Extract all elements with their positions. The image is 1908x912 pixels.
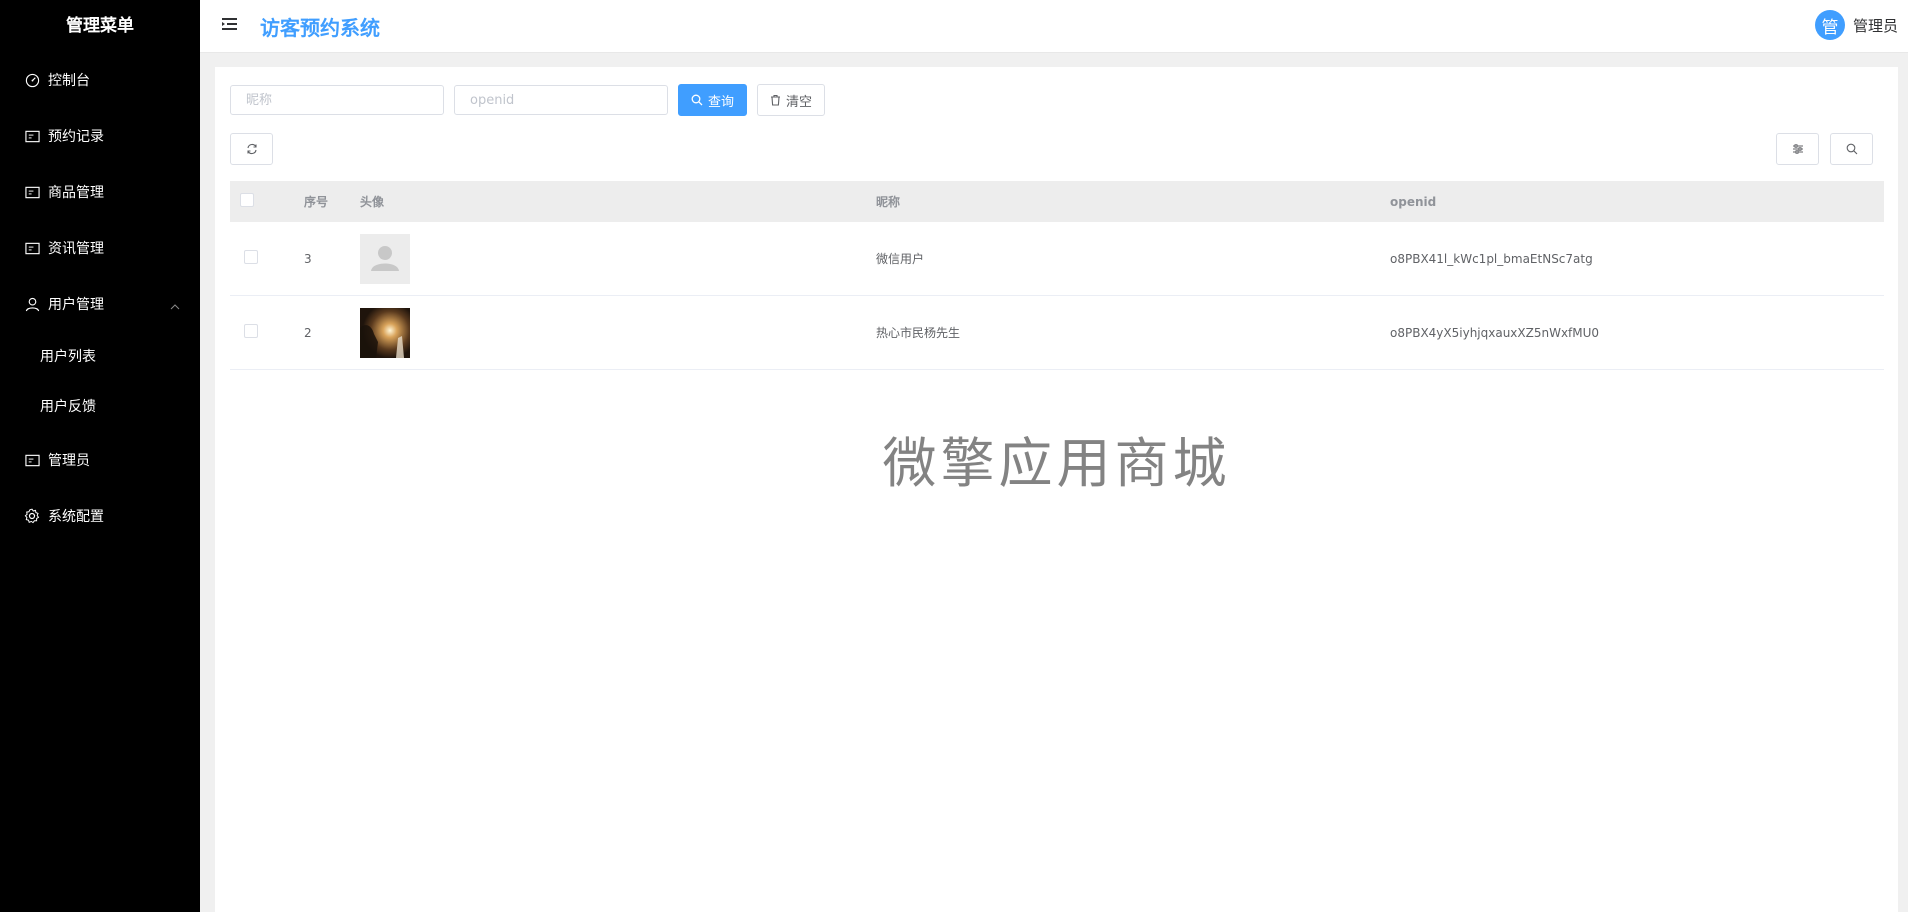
avatar: 管 bbox=[1814, 10, 1845, 40]
table-row: 3 微信用户 o8PBX41l_kWc1pl_bmaEtNSc7atg bbox=[230, 222, 1884, 296]
column-filter-button[interactable] bbox=[1776, 133, 1819, 165]
row-checkbox[interactable] bbox=[244, 324, 258, 338]
user-table: 序号 头像 昵称 openid 3 微信用户 o8PBX41l_kWc1pl_b… bbox=[230, 181, 1884, 370]
sidebar-item-users[interactable]: 用户管理 bbox=[0, 276, 200, 332]
nickname-search-input[interactable] bbox=[230, 85, 444, 115]
clear-button[interactable]: 清空 bbox=[757, 84, 826, 116]
row-avatar-cell bbox=[360, 222, 876, 296]
select-all-checkbox[interactable] bbox=[240, 193, 254, 207]
dashboard-icon bbox=[24, 72, 40, 88]
sidebar-subitem-user-feedback[interactable]: 用户反馈 bbox=[0, 382, 200, 432]
sidebar-item-label: 系统配置 bbox=[48, 509, 104, 525]
row-checkbox[interactable] bbox=[244, 250, 258, 264]
user-menu[interactable]: 管 管理员 bbox=[1814, 10, 1898, 40]
row-index: 2 bbox=[304, 295, 360, 370]
toggle-search-button[interactable] bbox=[1830, 133, 1873, 165]
search-icon bbox=[691, 94, 703, 106]
sidebar-item-news[interactable]: 资讯管理 bbox=[0, 220, 200, 276]
user-icon bbox=[24, 296, 40, 312]
row-openid: o8PBX4yX5iyhjqxauxXZ5nWxfMU0 bbox=[1390, 295, 1884, 370]
sliders-icon bbox=[1792, 144, 1803, 154]
gear-icon bbox=[24, 508, 40, 524]
trash-icon bbox=[771, 94, 781, 106]
sidebar-item-settings[interactable]: 系统配置 bbox=[0, 488, 200, 544]
table-row: 2 热心市民杨先生 o8PBX4yX5iyhjqxauxXZ5nWxfMU0 bbox=[230, 295, 1884, 370]
user-name: 管理员 bbox=[1852, 16, 1898, 35]
search-bar: 查询 清空 bbox=[230, 84, 835, 116]
app-title: 访客预约系统 bbox=[260, 16, 380, 40]
row-select-cell bbox=[230, 295, 304, 370]
sidebar-item-label: 商品管理 bbox=[48, 185, 104, 201]
sidebar-item-label: 预约记录 bbox=[48, 129, 104, 145]
default-avatar bbox=[360, 233, 410, 284]
sidebar-title: 管理菜单 bbox=[66, 16, 134, 36]
query-button-label: 查询 bbox=[708, 94, 735, 110]
sidebar-subitem-user-list[interactable]: 用户列表 bbox=[0, 332, 200, 382]
row-nickname: 微信用户 bbox=[876, 222, 1390, 296]
sidebar: 管理菜单 控制台 预约记录 商品管理 资讯管理 用户管理 用户列表 用户反馈 管… bbox=[0, 0, 200, 912]
refresh-button[interactable] bbox=[230, 133, 273, 165]
clear-button-label: 清空 bbox=[786, 94, 813, 110]
column-header-openid: openid bbox=[1390, 181, 1884, 222]
sidebar-item-appointments[interactable]: 预约记录 bbox=[0, 108, 200, 164]
sidebar-item-admins[interactable]: 管理员 bbox=[0, 432, 200, 488]
sidebar-item-label: 管理员 bbox=[48, 453, 90, 469]
sidebar-item-label: 资讯管理 bbox=[48, 241, 104, 257]
main-content: 查询 清空 序号 头像 昵称 openid bbox=[215, 67, 1898, 912]
menu-toggle-icon[interactable] bbox=[222, 16, 238, 35]
card-icon bbox=[24, 184, 40, 200]
sidebar-item-dashboard[interactable]: 控制台 bbox=[0, 52, 200, 108]
sidebar-item-label: 用户管理 bbox=[48, 297, 104, 313]
search-icon bbox=[1846, 143, 1857, 155]
row-select-cell bbox=[230, 222, 304, 296]
query-button[interactable]: 查询 bbox=[678, 84, 748, 116]
row-index: 3 bbox=[304, 222, 360, 296]
select-all-cell bbox=[230, 181, 304, 222]
row-nickname: 热心市民杨先生 bbox=[876, 295, 1390, 370]
sidebar-item-products[interactable]: 商品管理 bbox=[0, 164, 200, 220]
chevron-up-icon bbox=[170, 298, 180, 314]
openid-search-input[interactable] bbox=[454, 85, 668, 115]
card-icon bbox=[24, 128, 40, 144]
table-header-row: 序号 头像 昵称 openid bbox=[230, 181, 1884, 222]
card-icon bbox=[24, 240, 40, 256]
sidebar-item-label: 控制台 bbox=[48, 73, 90, 89]
top-header: 访客预约系统 管 管理员 bbox=[200, 0, 1908, 53]
watermark-text: 微擎应用商城 bbox=[882, 432, 1231, 495]
refresh-icon bbox=[246, 143, 257, 155]
row-openid: o8PBX41l_kWc1pl_bmaEtNSc7atg bbox=[1390, 222, 1884, 296]
column-header-avatar: 头像 bbox=[360, 181, 876, 222]
row-avatar-cell bbox=[360, 295, 876, 370]
column-header-index: 序号 bbox=[304, 181, 360, 222]
photo-avatar bbox=[360, 307, 410, 358]
column-header-nickname: 昵称 bbox=[876, 181, 1390, 222]
card-icon bbox=[24, 452, 40, 468]
